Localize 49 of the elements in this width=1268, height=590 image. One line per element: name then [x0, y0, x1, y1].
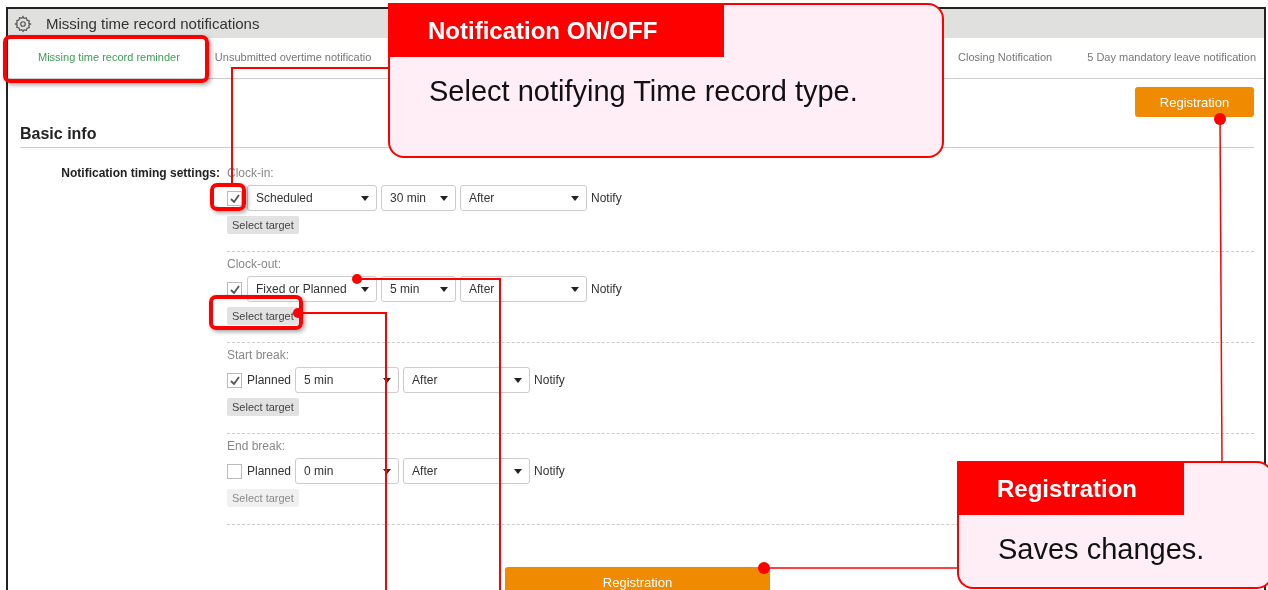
section-label: End break: — [227, 439, 287, 455]
notify-label: Notify — [591, 282, 622, 296]
callout-title: Registration — [959, 463, 1184, 515]
minutes-select[interactable]: 30 min — [381, 185, 456, 211]
caret-icon — [571, 286, 579, 292]
minutes-select[interactable]: 5 min — [381, 276, 456, 302]
check-icon — [229, 375, 240, 385]
settings-icon — [14, 14, 32, 33]
section-label: Start break: — [227, 348, 291, 364]
tab[interactable]: 5 Day mandatory leave notification — [1085, 38, 1258, 78]
window-title: Missing time record notifications — [46, 15, 260, 32]
select-target-button[interactable]: Select target — [227, 398, 299, 416]
caret-icon — [514, 377, 523, 383]
timing-select[interactable]: After — [403, 367, 531, 393]
caret-icon — [383, 377, 392, 383]
minutes-select[interactable]: 5 min — [295, 367, 400, 393]
highlight-frame — [210, 183, 246, 211]
select-target-button[interactable]: Select target — [227, 216, 299, 234]
select-target-button[interactable]: Select target — [227, 307, 299, 325]
checkbox[interactable] — [227, 463, 242, 479]
check-icon — [229, 284, 240, 294]
timing-select[interactable]: After — [403, 458, 531, 484]
callout-title: Notification ON/OFF — [390, 5, 724, 57]
caret-icon — [571, 195, 579, 201]
minutes-select[interactable]: 0 min — [295, 458, 400, 484]
caret-icon — [361, 195, 369, 201]
caret-icon — [361, 286, 369, 292]
caret-icon — [440, 286, 448, 292]
caret-icon — [514, 468, 523, 474]
notify-label: Notify — [534, 464, 565, 478]
checkbox[interactable] — [227, 372, 242, 388]
section-label: Clock-out: — [227, 257, 283, 273]
tab[interactable]: Unsubmitted overtime notificatio — [212, 38, 374, 78]
type-select[interactable]: Scheduled — [247, 185, 377, 211]
check-icon — [229, 193, 240, 203]
timing-select[interactable]: After — [460, 276, 587, 302]
type-label: Planned — [247, 464, 292, 478]
type-label: Planned — [247, 373, 292, 387]
caret-icon — [440, 195, 448, 201]
notify-label: Notify — [591, 191, 622, 205]
tab[interactable]: Closing Notification — [956, 38, 1055, 78]
notify-label: Notify — [534, 373, 565, 387]
callout-text: Saves changes. — [997, 532, 1206, 566]
timing-select[interactable]: After — [460, 185, 587, 211]
field-label: Notification timing settings: — [60, 166, 220, 180]
type-select[interactable]: Fixed or Planned — [247, 276, 377, 302]
checkbox[interactable] — [227, 190, 242, 206]
callout-text: Select notifying Time record type. — [428, 74, 859, 108]
caret-icon — [383, 468, 392, 474]
